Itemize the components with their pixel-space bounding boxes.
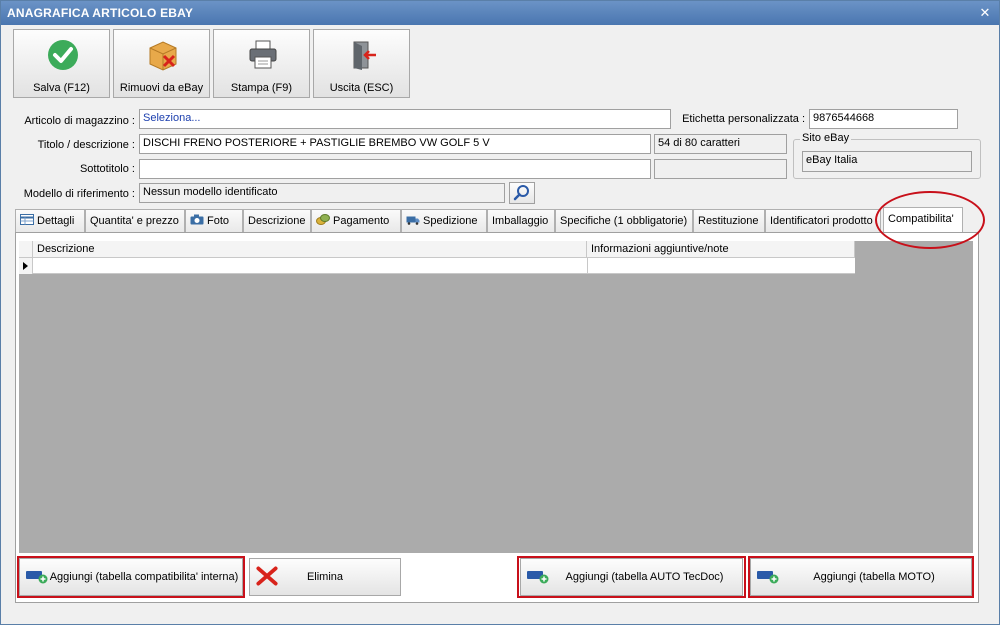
articolo-field[interactable]: Seleziona... <box>139 109 671 129</box>
delete-button[interactable]: Elimina <box>249 558 401 596</box>
print-label: Stampa (F9) <box>230 82 293 94</box>
tab-compatibilita[interactable]: Compatibilita' <box>883 207 963 233</box>
exit-button[interactable]: Uscita (ESC) <box>313 29 410 98</box>
row-selector-icon <box>19 258 33 274</box>
tab-dettagli[interactable]: Dettagli <box>15 209 85 233</box>
add-internal-compatibility-button[interactable]: Aggiungi (tabella compatibilita' interna… <box>19 558 243 596</box>
tab-strip: Dettagli Quantita' e prezzo Foto Descriz… <box>15 207 965 233</box>
printer-icon <box>249 40 277 69</box>
search-icon <box>513 185 529 201</box>
window-title: ANAGRAFICA ARTICOLO EBAY <box>7 6 194 20</box>
add-tecdoc-button[interactable]: Aggiungi (tabella AUTO TecDoc) <box>520 558 743 596</box>
close-icon[interactable]: ✕ <box>977 5 993 21</box>
sottotitolo-char-count <box>654 159 787 179</box>
modello-label: Modello di riferimento : <box>23 188 135 200</box>
tab-quantita-prezzo[interactable]: Quantita' e prezzo <box>85 209 185 233</box>
tab-specifiche[interactable]: Specifiche (1 obbligatorie) <box>555 209 693 233</box>
window-titlebar: ANAGRAFICA ARTICOLO EBAY ✕ <box>1 1 999 25</box>
tab-foto[interactable]: Foto <box>185 209 243 233</box>
tab-descrizione[interactable]: Descrizione <box>243 209 311 233</box>
sottotitolo-label: Sottotitolo : <box>79 163 135 175</box>
titolo-label: Titolo / descrizione : <box>37 139 135 151</box>
modello-field: Nessun modello identificato <box>139 183 505 203</box>
tab-spedizione[interactable]: Spedizione <box>401 209 487 233</box>
camera-icon <box>190 214 204 225</box>
grid-header: Descrizione Informazioni aggiuntive/note <box>19 241 855 258</box>
coins-icon <box>316 214 330 225</box>
box-remove-icon <box>149 41 177 71</box>
grid-corner <box>19 241 33 258</box>
column-informazioni[interactable]: Informazioni aggiuntive/note <box>587 241 855 258</box>
tab-restituzione[interactable]: Restituzione <box>693 209 765 233</box>
checkmark-icon <box>48 40 78 70</box>
compatibility-grid[interactable] <box>19 241 973 553</box>
modello-search-button[interactable] <box>509 182 535 204</box>
remove-label: Rimuovi da eBay <box>119 82 204 94</box>
exit-label: Uscita (ESC) <box>329 82 394 94</box>
save-button[interactable]: Salva (F12) <box>13 29 110 98</box>
char-count: 54 di 80 caratteri <box>654 134 787 154</box>
add-moto-button[interactable]: Aggiungi (tabella MOTO) <box>750 558 972 596</box>
tab-identificatori-prodotto[interactable]: Identificatori prodotto <box>765 209 881 233</box>
sito-ebay-legend: Sito eBay <box>800 132 852 144</box>
add-vehicle-icon <box>26 571 48 584</box>
add-moto-icon <box>757 571 779 584</box>
exit-door-icon <box>353 41 376 70</box>
print-button[interactable]: Stampa (F9) <box>213 29 310 98</box>
table-row[interactable] <box>19 258 855 274</box>
table-icon <box>20 214 34 225</box>
titolo-field[interactable]: DISCHI FRENO POSTERIORE + PASTIGLIE BREM… <box>139 134 651 154</box>
sito-ebay-group: Sito eBay eBay Italia <box>793 132 981 179</box>
delete-x-icon <box>256 566 278 586</box>
save-label: Salva (F12) <box>33 82 90 94</box>
tab-imballaggio[interactable]: Imballaggio <box>487 209 555 233</box>
add-car-icon <box>527 571 549 584</box>
etichetta-field[interactable]: 9876544668 <box>809 109 958 129</box>
etichetta-label: Etichetta personalizzata : <box>682 113 805 125</box>
truck-icon <box>406 216 420 225</box>
ebay-article-window: ANAGRAFICA ARTICOLO EBAY ✕ Salva (F12) R… <box>0 0 1000 625</box>
sito-ebay-field: eBay Italia <box>802 151 972 172</box>
tab-pagamento[interactable]: Pagamento <box>311 209 401 233</box>
sottotitolo-field[interactable] <box>139 159 651 179</box>
articolo-label: Articolo di magazzino : <box>24 115 135 127</box>
remove-from-ebay-button[interactable]: Rimuovi da eBay <box>113 29 210 98</box>
column-descrizione[interactable]: Descrizione <box>33 241 587 258</box>
